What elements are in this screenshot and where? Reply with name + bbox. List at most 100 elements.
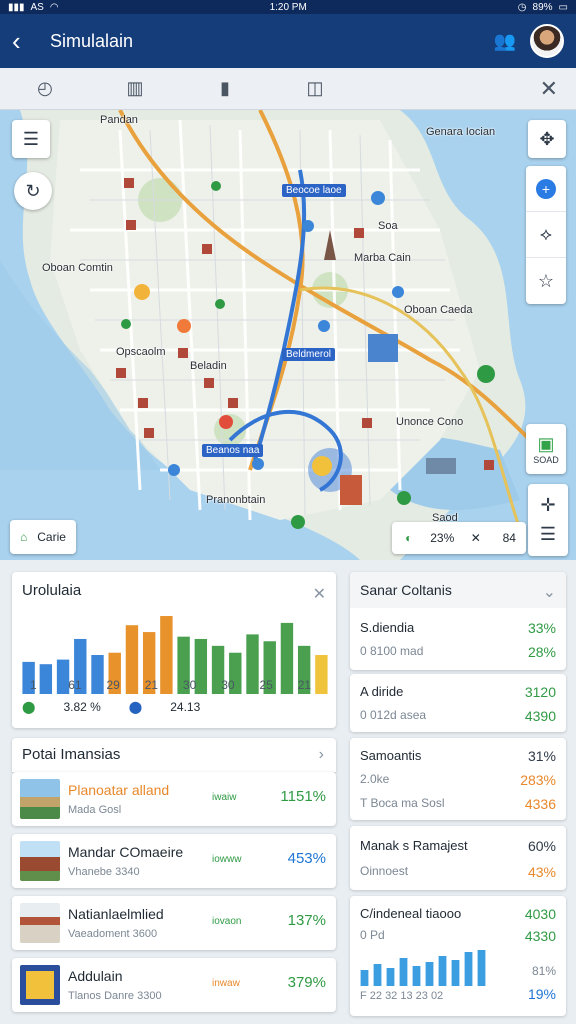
row-value: 3120: [524, 684, 556, 700]
bookmark-icon[interactable]: ▮: [180, 78, 270, 99]
mini-chart-bar: [477, 950, 486, 986]
plus-icon: +: [536, 178, 556, 199]
overview-title: Urolulaia: [22, 582, 82, 599]
signal-icon: ▮▮▮: [8, 1, 25, 13]
layer-chip[interactable]: ⌂ Carie: [10, 520, 76, 554]
clock: 1:20 PM: [269, 1, 307, 13]
close-icon[interactable]: ✕: [540, 76, 558, 102]
pin-icon: ⬤: [128, 700, 143, 714]
place-sub: Tlanos Danre 3300: [68, 990, 162, 1002]
row-sub: 0 Pd: [360, 928, 385, 942]
place-name: Addulain: [68, 968, 123, 984]
place-sub: Vhanebe 3340: [68, 866, 140, 878]
overview-x-axis: 1 61 29 21 30 30 25 21: [22, 678, 328, 692]
people-icon[interactable]: 👥: [494, 31, 516, 52]
place-thumbnail: [20, 779, 60, 819]
list-item[interactable]: Addulain Tlanos Danre 3300 inwaw 379%: [12, 958, 336, 1012]
map-status-pct: 23%: [430, 531, 455, 545]
scale-block[interactable]: ▣ SOAD: [526, 424, 566, 474]
tools-icon[interactable]: ✕: [459, 531, 493, 545]
row-label: S.diendia: [360, 620, 415, 635]
move-icon: ✥: [539, 128, 555, 149]
list-icon: ☰: [22, 128, 40, 149]
list-item[interactable]: Planoatar alland Mada Gosl iwaiw 1151%: [12, 772, 336, 826]
row-sub-value: 4336: [524, 796, 556, 812]
route-icon: ⟡: [540, 224, 552, 244]
tool-favorite[interactable]: ☆: [526, 258, 566, 304]
status-bar: ▮▮▮ AS ◠ 1:20 PM ◷ 89% ▭: [0, 0, 576, 14]
place-meta: iowww: [212, 854, 242, 865]
map-chip[interactable]: Beanos naa: [202, 444, 264, 457]
wifi-icon: ◠: [49, 1, 59, 13]
star-icon: ☆: [537, 270, 555, 291]
list-item[interactable]: Mandar COmaeire Vhanebe 3340 iowww 453%: [12, 834, 336, 888]
x-tick-label: 29: [106, 678, 120, 692]
tool-route[interactable]: ⟡: [526, 212, 566, 258]
battery-icon: ▭: [558, 1, 568, 13]
right-title: Sanar Coltanis: [360, 582, 452, 598]
map-label: Soa: [378, 220, 398, 232]
right-card-2[interactable]: A diride 3120 0 012d asea 4390: [350, 674, 566, 732]
map-canvas: [0, 110, 576, 560]
overview-foot-green: 3.82 %: [63, 700, 101, 714]
map-label: Pandan: [100, 114, 138, 126]
places-header[interactable]: Potai Imansias ›: [12, 738, 336, 772]
row-sub: 0 012d asea: [360, 708, 427, 722]
home-icon: ⌂: [20, 530, 28, 544]
menu-icon: ☰: [539, 524, 557, 544]
x-tick-label: 21: [297, 678, 312, 692]
expand-button[interactable]: ✥: [528, 120, 566, 158]
layers-list-button[interactable]: ☰: [12, 120, 50, 158]
map-chip[interactable]: Beocoe laoe: [282, 184, 346, 197]
overview-foot-blue: 24.13: [170, 700, 201, 714]
right-card-1[interactable]: Sanar Coltanis ⌄ S.diendia 33% 0 8100 ma…: [350, 572, 566, 670]
map-status-val: 84: [502, 531, 516, 545]
avatar[interactable]: [530, 24, 564, 58]
place-thumbnail: [20, 841, 60, 881]
locate-button[interactable]: ↻: [14, 172, 52, 210]
page-title: Simulalain: [50, 30, 134, 51]
place-pct: 453%: [287, 850, 326, 867]
tool-add[interactable]: +: [526, 166, 566, 212]
map-photo-icon[interactable]: ◫: [270, 78, 360, 99]
row-value: 31%: [527, 748, 556, 764]
map-label: Pranonbtain: [206, 494, 266, 506]
map-chip[interactable]: Beldmerol: [282, 348, 336, 361]
map-label: Marba Cain: [354, 252, 411, 264]
place-pct: 379%: [287, 974, 326, 991]
right-card-3[interactable]: Samoantis 31% 2.0ke 283% T Boca ma Sosl …: [350, 738, 566, 820]
map-label: Oboan Caeda: [404, 304, 473, 316]
row-sub-value: 4330: [524, 928, 556, 944]
carrier-text: AS: [30, 1, 44, 13]
row-sub-value: 283%: [520, 772, 556, 788]
close-icon[interactable]: ✕: [313, 584, 326, 604]
city-map[interactable]: Pandan Genara Iocian Oboan Comtin Marba …: [0, 110, 576, 560]
list-item[interactable]: Natianlaelmlied Vaeadoment 3600 iovaon 1…: [12, 896, 336, 950]
map-label: Beladin: [190, 360, 227, 372]
place-sub: Mada Gosl: [68, 804, 122, 816]
place-name: Mandar COmaeire: [68, 844, 184, 860]
row-sub-value: 4390: [524, 708, 556, 724]
chevron-down-icon[interactable]: ⌄: [543, 582, 556, 602]
place-pct: 1151%: [280, 788, 326, 805]
place-meta: inwaw: [212, 978, 240, 989]
layer-chip-label: Carie: [37, 530, 66, 544]
place-thumbnail: [20, 903, 60, 943]
pin-icon: ⬤: [22, 700, 36, 714]
zoom-control[interactable]: ✛ ☰: [528, 484, 568, 556]
row-sub: Oinnoest: [360, 864, 409, 878]
compass-icon[interactable]: ◴: [0, 78, 90, 99]
place-sub: Vaeadoment 3600: [68, 928, 158, 940]
place-pct: 137%: [287, 912, 326, 929]
row-sub-value: 28%: [527, 644, 556, 660]
row-label: Manak s Ramajest: [360, 838, 468, 853]
x-tick-label: 61: [68, 678, 82, 692]
right-card-4[interactable]: Manak s Ramajest 60% Oinnoest 43%: [350, 826, 566, 890]
bag-icon: ▣: [537, 433, 555, 454]
map-label: Oboan Comtin: [42, 262, 113, 274]
row-sub: 2.0ke: [360, 772, 390, 786]
back-arrow-icon[interactable]: ‹: [12, 28, 46, 54]
crosshair-icon: ✛: [540, 495, 556, 515]
right-card-5[interactable]: C/indeneal tiaooo 4030 0 Pd 4330 F 22 32…: [350, 896, 566, 1016]
building-icon[interactable]: ▥: [90, 78, 180, 99]
